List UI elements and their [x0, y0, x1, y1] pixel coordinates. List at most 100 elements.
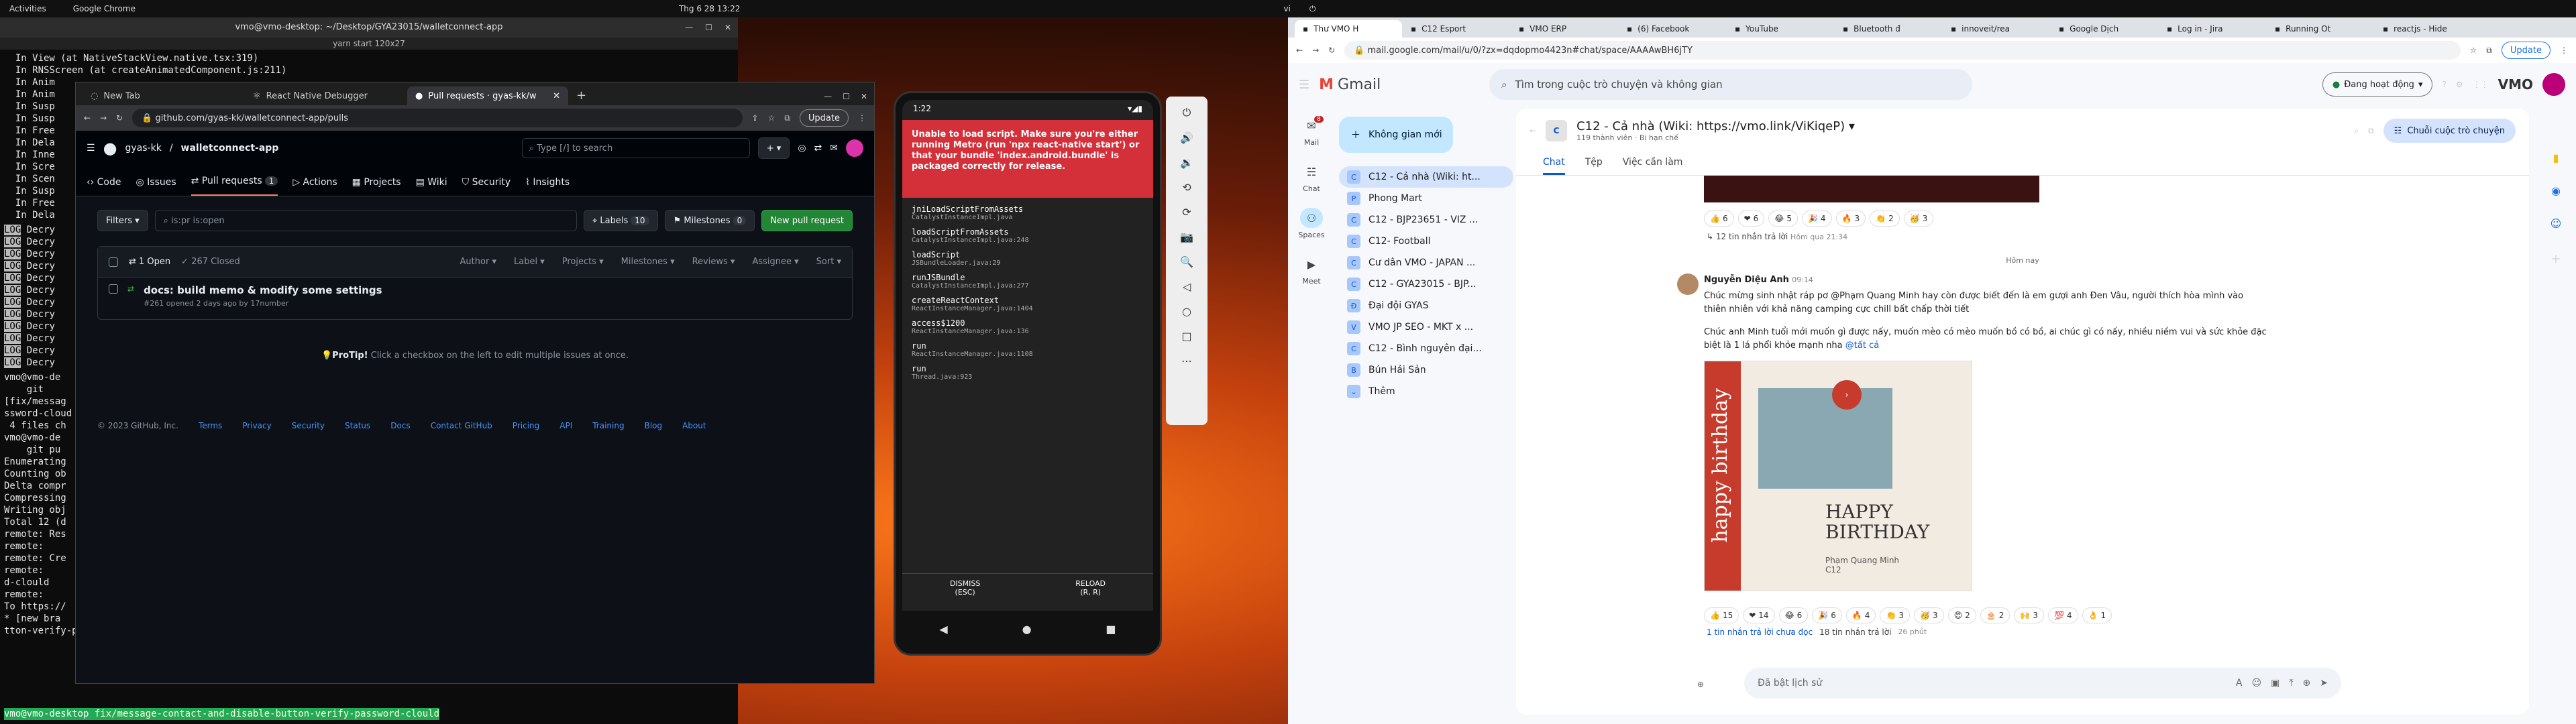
rail-chat[interactable]: ☵ Chat — [1300, 162, 1323, 194]
tab-debugger[interactable]: ⚛ React Native Debugger — [245, 86, 406, 105]
tab-8[interactable]: ▪ Log in - Jira — [2159, 20, 2266, 38]
reaction-chip[interactable]: 🎂 2 — [1980, 607, 2010, 623]
space-item[interactable]: V VMO JP SEO - MKT x ... — [1339, 316, 1513, 338]
tasks-icon[interactable]: ◉ — [2551, 184, 2561, 197]
reaction-chip[interactable]: 👏 3 — [1880, 607, 1911, 623]
sender-name[interactable]: Nguyễn Diệu Anh — [1704, 275, 1789, 285]
stack-frame[interactable]: jniLoadScriptFromAssets CatalystInstanceI… — [912, 204, 1144, 221]
new-pull-request-button[interactable]: New pull request — [761, 210, 853, 231]
reload-button[interactable]: RELOAD (R, R) — [1075, 579, 1106, 604]
camera-icon[interactable]: 📷 — [1180, 231, 1193, 243]
repo-owner[interactable]: gyas-kk — [125, 143, 162, 154]
back-icon[interactable]: ← — [1529, 126, 1536, 135]
filter-input[interactable]: ⌕ is:pr is:open — [154, 210, 577, 231]
zoom-icon[interactable]: 🔍 — [1180, 255, 1193, 268]
forward-icon[interactable]: → — [100, 113, 107, 123]
tab-7[interactable]: ▪ Google Dịch — [2051, 20, 2158, 38]
maximize-icon[interactable]: ☐ — [705, 21, 712, 34]
send-icon[interactable]: ➤ — [2320, 678, 2328, 688]
activities-button[interactable]: Activities — [9, 4, 46, 13]
update-button[interactable]: Update — [2501, 42, 2551, 59]
space-item[interactable]: C C12 - Cả nhà (Wiki: ht... — [1339, 166, 1513, 188]
footer-link[interactable]: API — [559, 421, 572, 430]
home-icon[interactable]: ○ — [1182, 305, 1191, 318]
volume-down-icon[interactable]: 🔉 — [1180, 156, 1193, 169]
app-menu[interactable]: Google Chrome — [73, 4, 136, 13]
reaction-chip[interactable]: 🥳 3 — [1903, 210, 1934, 227]
format-icon[interactable]: A — [2236, 678, 2243, 688]
create-new-button[interactable]: + ▾ — [757, 137, 790, 159]
reaction-chip[interactable]: 👍 6 — [1704, 210, 1734, 227]
avatar[interactable] — [1677, 274, 1699, 295]
filter-author[interactable]: Author ▾ — [460, 257, 496, 267]
back-icon[interactable]: ◀ — [939, 623, 947, 636]
emulator-screen[interactable]: 1:22 ▾◢▮ Unable to load script. Make sur… — [902, 100, 1153, 647]
emoji-icon[interactable]: ☺ — [2251, 678, 2261, 688]
tab-4[interactable]: ▪ YouTube — [1727, 20, 1834, 38]
reload-icon[interactable]: ↻ — [116, 113, 123, 123]
rotate-right-icon[interactable]: ⟳ — [1182, 206, 1191, 219]
terminal-titlebar[interactable]: vmo@vmo-desktop: ~/Desktop/GYA23015/wall… — [0, 17, 738, 38]
tab-new[interactable]: ◌ New Tab — [83, 86, 244, 105]
stack-frame[interactable]: runJSBundle CatalystInstanceImpl.java:277 — [912, 273, 1144, 290]
tab-tasks[interactable]: Việc cần làm — [1623, 153, 1683, 175]
filter-reviews[interactable]: Reviews ▾ — [692, 257, 735, 267]
tab-0[interactable]: ▪ Thư VMO H — [1295, 20, 1402, 38]
star-icon[interactable]: ☆ — [768, 113, 775, 123]
reaction-chip[interactable]: 👍 15 — [1704, 607, 1739, 623]
github-logo-icon[interactable]: ● — [103, 139, 117, 158]
select-all-checkbox[interactable] — [109, 257, 118, 267]
table-row[interactable]: ⇄ docs: build memo & modify some setting… — [98, 278, 852, 319]
mention[interactable]: @tất cả — [1845, 341, 1879, 351]
footer-link[interactable]: Security — [292, 421, 325, 430]
threads-button[interactable]: ☷ Chuỗi cuộc trò chuyện — [2383, 119, 2516, 143]
menu-icon[interactable]: ⋮ — [2560, 46, 2568, 55]
reaction-chip[interactable]: 🎉 6 — [1812, 607, 1842, 623]
reaction-chip[interactable]: 🔥 3 — [1835, 210, 1866, 227]
space-item[interactable]: C C12 - GYA23015 - BJP... — [1339, 274, 1513, 295]
labels-button[interactable]: ⌖ Labels 10 — [583, 210, 658, 231]
tab-security[interactable]: ⛉ Security — [462, 177, 511, 196]
more-icon[interactable]: ⋯ — [1181, 355, 1192, 367]
footer-link[interactable]: Contact GitHub — [431, 421, 492, 430]
help-icon[interactable]: ? — [2442, 80, 2446, 89]
stack-trace[interactable]: jniLoadScriptFromAssets CatalystInstanceI… — [902, 198, 1153, 394]
tab-9[interactable]: ▪ Running Ot — [2267, 20, 2374, 38]
status-dropdown[interactable]: ● Đang hoạt động ▾ — [2322, 72, 2433, 97]
filter-label[interactable]: Label ▾ — [514, 257, 545, 267]
filter-projects[interactable]: Projects ▾ — [562, 257, 604, 267]
clock[interactable]: Thg 6 28 13:22 — [679, 4, 740, 13]
footer-link[interactable]: About — [682, 421, 706, 430]
footer-link[interactable]: Training — [592, 421, 624, 430]
tab-1[interactable]: ▪ C12 Esport — [1403, 20, 1510, 38]
filter-assignee[interactable]: Assignee ▾ — [752, 257, 798, 267]
tab-github-pulls[interactable]: ● Pull requests · gyas-kk/w ✕ — [407, 86, 568, 105]
power-icon[interactable]: ⏻ — [1309, 4, 1316, 14]
tab-code[interactable]: ‹› Code — [87, 177, 121, 196]
back-icon[interactable]: ← — [1296, 46, 1303, 55]
pip-icon[interactable]: ⧉ — [2368, 126, 2374, 136]
close-icon[interactable]: ✕ — [724, 21, 731, 34]
space-item[interactable]: Đ Đại đội GYAS — [1339, 295, 1513, 316]
gif-icon[interactable]: ▣ — [2271, 678, 2279, 688]
tab-files[interactable]: Tệp — [1585, 153, 1603, 175]
forward-icon[interactable]: → — [1312, 46, 1319, 55]
minimize-icon[interactable]: — — [824, 92, 832, 101]
terminal-prompt[interactable]: vmo@vmo-desktop fix/message-contact-and-… — [4, 708, 440, 720]
tab-insights[interactable]: ⌇ Insights — [525, 177, 570, 196]
open-filter[interactable]: ⇄ 1 Open — [129, 257, 170, 267]
closed-filter[interactable]: ✓ 267 Closed — [181, 257, 240, 267]
rail-mail[interactable]: ✉ 8 Mail — [1300, 115, 1324, 147]
space-title[interactable]: C12 - Cả nhà (Wiki: https://vmo.link/ViK… — [1576, 119, 1855, 133]
space-item[interactable]: C C12 - BJP23651 - VIZ ... — [1339, 209, 1513, 231]
reaction-chip[interactable]: ❤ 6 — [1737, 210, 1765, 227]
new-tab-button[interactable]: + — [570, 88, 593, 105]
tab-chat[interactable]: Chat — [1543, 153, 1565, 175]
stack-frame[interactable]: loadScriptFromAssets CatalystInstanceImpl… — [912, 227, 1144, 244]
stack-frame[interactable]: loadScript JSBundleLoader.java:29 — [912, 250, 1144, 267]
power-icon[interactable]: ⏻ — [1183, 106, 1191, 119]
footer-link[interactable]: Privacy — [242, 421, 271, 430]
upload-icon[interactable]: ⤒ — [2289, 678, 2293, 688]
share-icon[interactable]: ⇪ — [752, 113, 759, 123]
recents-icon[interactable]: ■ — [1106, 623, 1116, 636]
